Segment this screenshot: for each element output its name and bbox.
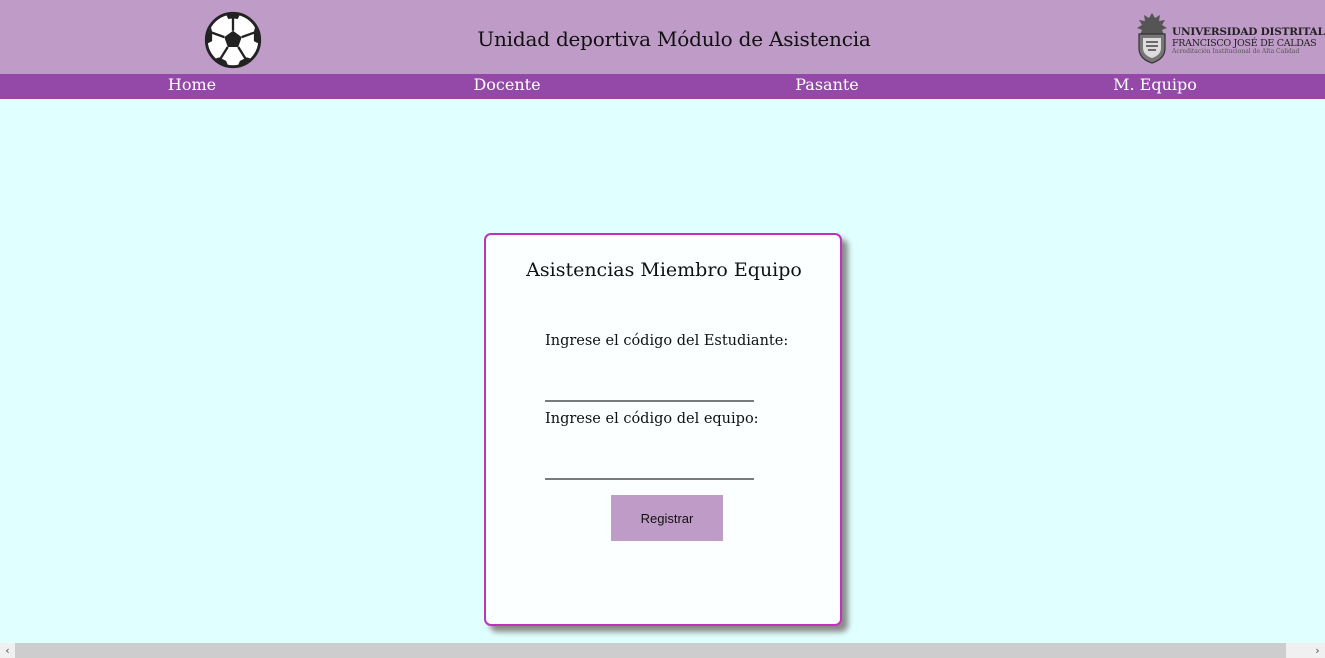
nav-home[interactable]: Home [168, 75, 216, 94]
university-crest-icon [1137, 13, 1167, 64]
horizontal-scrollbar[interactable]: ‹ › [0, 643, 1325, 658]
main-nav: Home Docente Pasante M. Equipo [0, 74, 1325, 99]
student-code-input[interactable] [545, 374, 754, 402]
student-code-label: Ingrese el código del Estudiante: [545, 333, 789, 349]
page-header: Unidad deportiva Módulo de Asistencia UN… [0, 0, 1325, 74]
chevron-left-icon[interactable]: ‹ [0, 643, 15, 658]
site-title: Unidad deportiva Módulo de Asistencia [477, 27, 871, 51]
form-title: Asistencias Miembro Equipo [526, 259, 802, 281]
attendance-form-card: Asistencias Miembro Equipo Ingrese el có… [484, 233, 842, 626]
university-logo: UNIVERSIDAD DISTRITAL FRANCISCO JOSÉ DE … [1134, 12, 1325, 64]
nav-m-equipo[interactable]: M. Equipo [1113, 75, 1197, 94]
chevron-right-icon[interactable]: › [1310, 643, 1325, 658]
register-button[interactable]: Registrar [611, 495, 723, 541]
team-code-label: Ingrese el código del equipo: [545, 411, 759, 427]
team-code-input[interactable] [545, 452, 754, 480]
scrollbar-thumb[interactable] [15, 643, 1286, 658]
logo-line-1: UNIVERSIDAD DISTRITAL [1172, 26, 1325, 38]
nav-docente[interactable]: Docente [473, 75, 540, 94]
nav-pasante[interactable]: Pasante [795, 75, 859, 94]
logo-line-3: Acreditación Institucional de Alta Calid… [1172, 48, 1300, 55]
